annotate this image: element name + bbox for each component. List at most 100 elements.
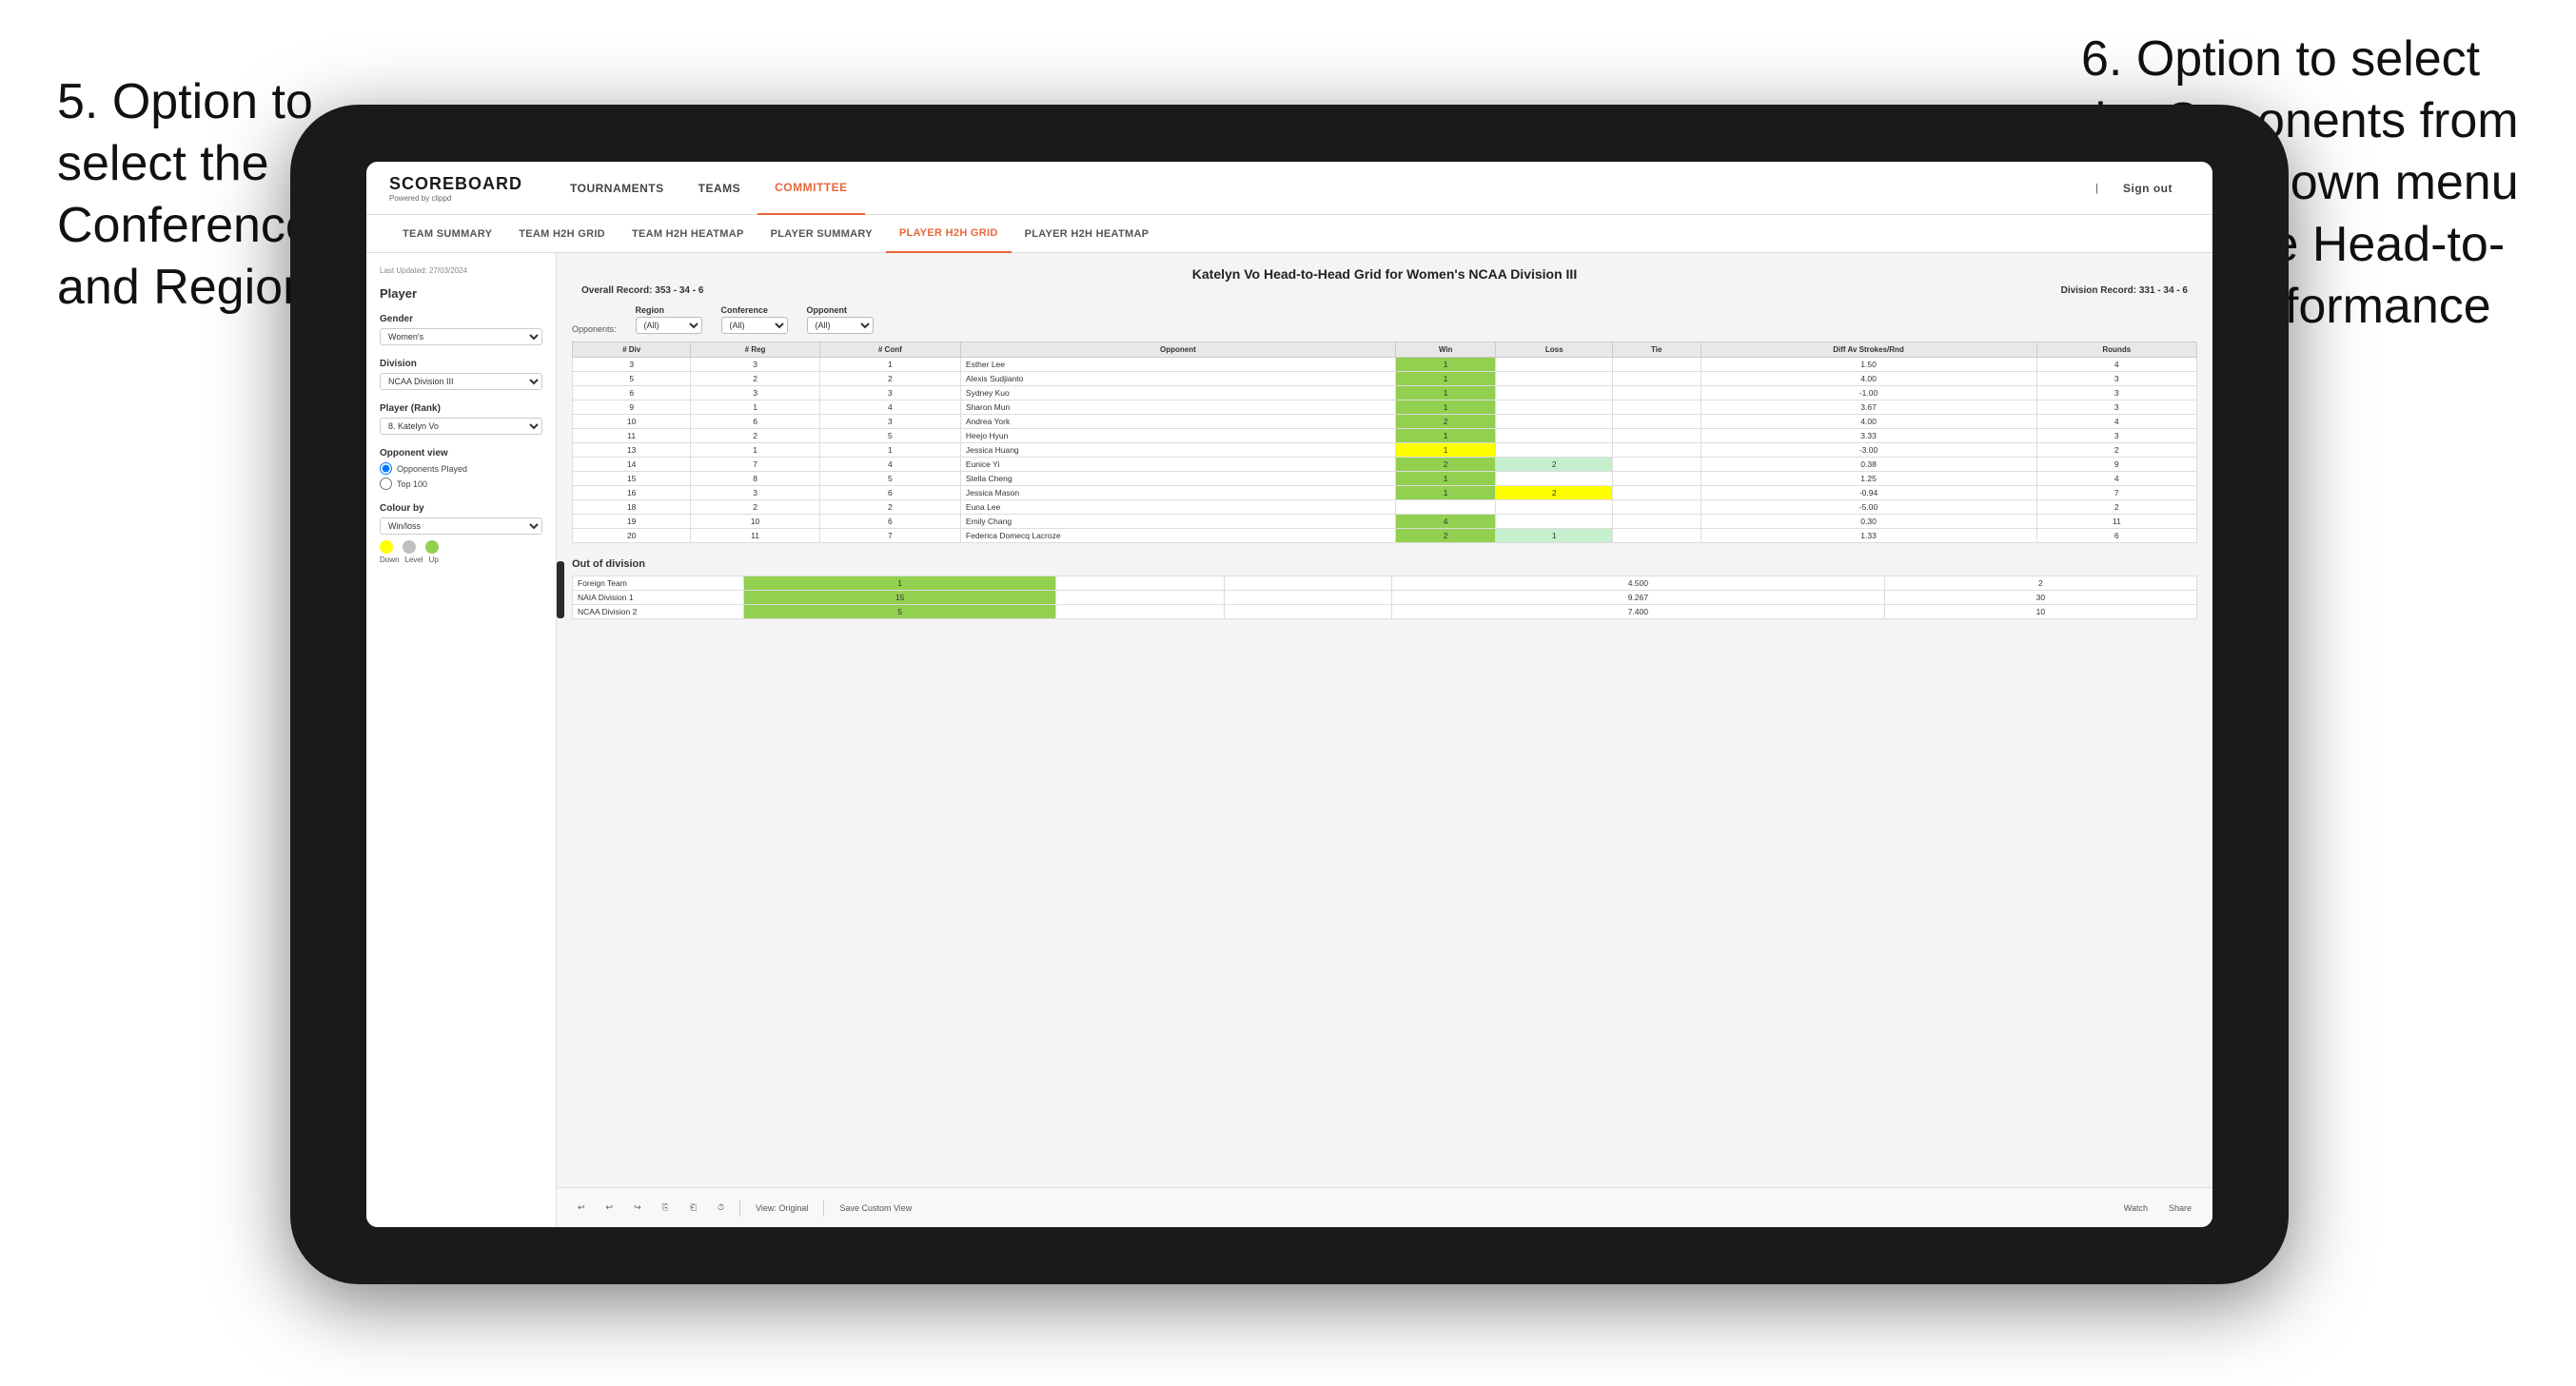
ood-table-row: NCAA Division 2 5 7.400 10 xyxy=(573,605,2197,619)
nav-separator: | xyxy=(2095,183,2098,194)
sign-out-link[interactable]: Sign out xyxy=(2106,162,2190,215)
cell-loss: 1 xyxy=(1496,529,1612,543)
ood-cell-diff: 9.267 xyxy=(1392,591,1885,605)
cell-win: 1 xyxy=(1395,358,1496,372)
cell-conf: 5 xyxy=(819,472,960,486)
ood-cell-opponent: Foreign Team xyxy=(573,576,744,591)
opponent-filter-select[interactable]: (All) xyxy=(807,317,874,334)
cell-div: 6 xyxy=(573,386,691,400)
out-of-division-table: Foreign Team 1 4.500 2 NAIA Division 1 1… xyxy=(572,576,2197,619)
toolbar-copy[interactable]: ⎘ xyxy=(657,1200,675,1216)
cell-diff: 4.00 xyxy=(1701,372,2036,386)
colour-label-up: Up xyxy=(429,556,439,564)
colour-label-down: Down xyxy=(380,556,399,564)
table-row: 9 1 4 Sharon Mun 1 3.67 3 xyxy=(573,400,2197,415)
grid-title: Katelyn Vo Head-to-Head Grid for Women's… xyxy=(572,266,2197,282)
radio-top100-label: Top 100 xyxy=(397,479,427,489)
sub-nav-team-h2h-heatmap[interactable]: TEAM H2H HEATMAP xyxy=(619,215,757,253)
ood-cell-win: 15 xyxy=(744,591,1056,605)
filter-row: Opponents: Region (All) Conference (All) xyxy=(572,305,2197,334)
cell-conf: 4 xyxy=(819,400,960,415)
cell-opponent: Alexis Sudjianto xyxy=(960,372,1395,386)
cell-div: 5 xyxy=(573,372,691,386)
table-row: 6 3 3 Sydney Kuo 1 -1.00 3 xyxy=(573,386,2197,400)
cell-opponent: Sharon Mun xyxy=(960,400,1395,415)
cell-opponent: Esther Lee xyxy=(960,358,1395,372)
cell-loss xyxy=(1496,500,1612,515)
ood-cell-diff: 4.500 xyxy=(1392,576,1885,591)
sidebar-colour-select[interactable]: Win/loss xyxy=(380,517,542,535)
cell-diff: 0.38 xyxy=(1701,458,2036,472)
cell-diff: 3.33 xyxy=(1701,429,2036,443)
cell-diff: 4.00 xyxy=(1701,415,2036,429)
sidebar-division-select[interactable]: NCAA Division III xyxy=(380,373,542,390)
logo-area: SCOREBOARD Powered by clippd xyxy=(389,174,522,203)
cell-win: 1 xyxy=(1395,386,1496,400)
cell-opponent: Andrea York xyxy=(960,415,1395,429)
cell-conf: 7 xyxy=(819,529,960,543)
cell-win xyxy=(1395,500,1496,515)
cell-rounds: 3 xyxy=(2036,386,2196,400)
sidebar-gender-label: Gender xyxy=(380,314,542,324)
sub-nav-team-h2h-grid[interactable]: TEAM H2H GRID xyxy=(505,215,619,253)
sidebar-radio-group: Opponents Played Top 100 xyxy=(380,462,542,490)
toolbar-redo[interactable]: ↪ xyxy=(628,1200,647,1216)
toolbar-paste[interactable]: ⎗ xyxy=(684,1200,702,1216)
sub-nav-player-summary[interactable]: PLAYER SUMMARY xyxy=(757,215,886,253)
table-row: 13 1 1 Jessica Huang 1 -3.00 2 xyxy=(573,443,2197,458)
table-row: 11 2 5 Heejo Hyun 1 3.33 3 xyxy=(573,429,2197,443)
cell-opponent: Jessica Huang xyxy=(960,443,1395,458)
sidebar-gender-section: Gender Women's Men's xyxy=(380,314,542,345)
col-win: Win xyxy=(1395,342,1496,358)
cell-reg: 3 xyxy=(691,358,819,372)
toolbar-save-custom[interactable]: Save Custom View xyxy=(834,1201,917,1216)
radio-opponents-played-input[interactable] xyxy=(380,462,392,475)
cell-diff: 1.25 xyxy=(1701,472,2036,486)
sub-nav-player-h2h-heatmap[interactable]: PLAYER H2H HEATMAP xyxy=(1012,215,1163,253)
cell-rounds: 3 xyxy=(2036,372,2196,386)
logo-text: SCOREBOARD xyxy=(389,174,522,194)
nav-item-tournaments[interactable]: TOURNAMENTS xyxy=(553,162,681,215)
opponents-label: Opponents: xyxy=(572,324,617,334)
ood-cell-tie xyxy=(1224,591,1391,605)
cell-div: 18 xyxy=(573,500,691,515)
region-filter-select[interactable]: (All) xyxy=(636,317,702,334)
radio-top100-input[interactable] xyxy=(380,478,392,490)
sidebar-division-section: Division NCAA Division III xyxy=(380,359,542,390)
cell-tie xyxy=(1612,472,1701,486)
conference-filter-label: Conference xyxy=(721,305,788,315)
sidebar-player-section: Player xyxy=(380,286,542,301)
cell-conf: 2 xyxy=(819,372,960,386)
cell-win: 1 xyxy=(1395,400,1496,415)
toolbar-undo[interactable]: ↩ xyxy=(572,1200,591,1216)
toolbar-watch[interactable]: Watch xyxy=(2118,1201,2153,1216)
cell-opponent: Sydney Kuo xyxy=(960,386,1395,400)
toolbar-sep2 xyxy=(823,1200,824,1217)
sub-nav-player-h2h-grid[interactable]: PLAYER H2H GRID xyxy=(886,215,1012,253)
conference-filter-select[interactable]: (All) xyxy=(721,317,788,334)
radio-opponents-played[interactable]: Opponents Played xyxy=(380,462,542,475)
nav-item-committee[interactable]: COMMITTEE xyxy=(757,162,865,215)
radio-top100[interactable]: Top 100 xyxy=(380,478,542,490)
toolbar-undo2[interactable]: ↩ xyxy=(600,1200,619,1216)
nav-right: | Sign out xyxy=(2095,162,2190,215)
nav-item-teams[interactable]: TEAMS xyxy=(681,162,758,215)
toolbar-share[interactable]: Share xyxy=(2163,1201,2197,1216)
table-row: 3 3 1 Esther Lee 1 1.50 4 xyxy=(573,358,2197,372)
sidebar-gender-select[interactable]: Women's Men's xyxy=(380,328,542,345)
sidebar-player-rank-select[interactable]: 8. Katelyn Vo xyxy=(380,418,542,435)
sub-nav-team-summary[interactable]: TEAM SUMMARY xyxy=(389,215,505,253)
cell-rounds: 6 xyxy=(2036,529,2196,543)
toolbar-clock[interactable]: ⏱ xyxy=(712,1200,730,1216)
toolbar-view-original[interactable]: View: Original xyxy=(750,1201,814,1216)
tablet-side-button xyxy=(557,561,564,618)
cell-tie xyxy=(1612,429,1701,443)
cell-tie xyxy=(1612,529,1701,543)
cell-reg: 1 xyxy=(691,400,819,415)
overall-record-label: Overall Record: xyxy=(581,285,652,296)
col-conf: # Conf xyxy=(819,342,960,358)
cell-loss xyxy=(1496,400,1612,415)
colour-label-level: Level xyxy=(404,556,423,564)
sidebar-player-rank-label: Player (Rank) xyxy=(380,403,542,414)
colour-labels: Down Level Up xyxy=(380,556,542,564)
